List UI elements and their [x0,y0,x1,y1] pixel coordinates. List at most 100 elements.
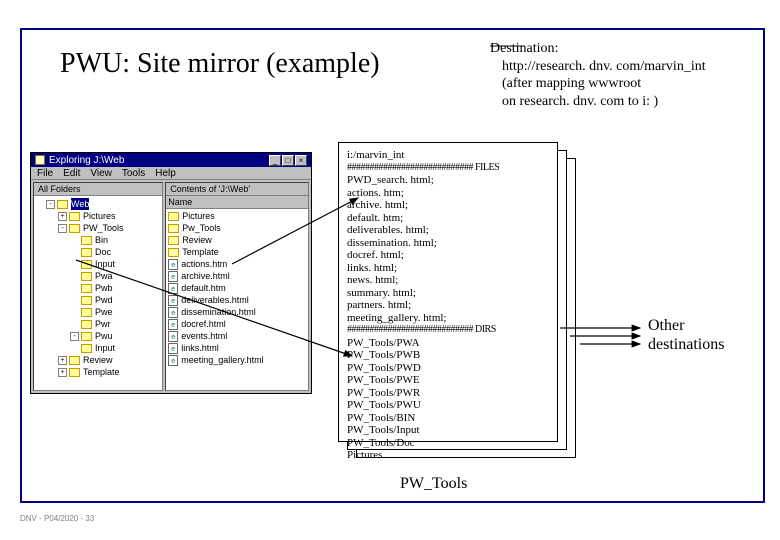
tree-item-label: Bin [95,234,108,246]
doc-line: links. html; [347,262,549,275]
minimize-button[interactable]: _ [269,155,281,166]
other-line1: Other [648,316,724,335]
doc-line: PW_Tools/PWU [347,399,549,412]
explorer-window: Exploring J:\Web _ □ × File Edit View To… [30,152,312,394]
tree-item-label: Pwe [95,306,113,318]
menu-tools[interactable]: Tools [122,168,145,178]
tree-item-label: Review [83,354,113,366]
doc-line: actions. htm; [347,187,549,200]
html-file-icon [168,271,178,282]
menubar: File Edit View Tools Help [31,167,311,180]
tree-item[interactable]: Bin [36,234,160,246]
menu-edit[interactable]: Edit [63,168,80,178]
close-button[interactable]: × [295,155,307,166]
doc-line: news. html; [347,274,549,287]
file-item[interactable]: meeting_gallery.html [168,354,306,366]
folder-icon [168,248,179,257]
doc-line: PW_Tools/PWB [347,349,549,362]
footer-text: DNV - P04/2020 - 33 [18,514,96,523]
html-file-icon [168,283,178,294]
doc-page-front: i:/marvin_int###########################… [338,142,558,442]
tree-item[interactable]: Pwb [36,282,160,294]
tree-item-label: Pwr [95,318,111,330]
doc-line: archive. html; [347,199,549,212]
file-item-label: archive.html [181,270,230,282]
menu-help[interactable]: Help [155,168,176,178]
file-item[interactable]: events.html [168,330,306,342]
explorer-title: Exploring J:\Web [49,155,124,166]
file-item-label: meeting_gallery.html [181,354,263,366]
tree-item[interactable]: Doc [36,246,160,258]
file-item[interactable]: Review [168,234,306,246]
folder-tree[interactable]: -Web+Pictures-PW_ToolsBinDocInputPwaPwbP… [34,196,162,390]
expander-icon[interactable]: - [58,224,67,233]
file-item[interactable]: actions.htm [168,258,306,270]
expander-icon[interactable]: + [58,212,67,221]
file-item[interactable]: Pw_Tools [168,222,306,234]
tree-item[interactable]: -Web [36,198,160,210]
expander-icon[interactable]: + [58,368,67,377]
doc-line: ############################ DIRS [347,324,549,337]
tree-item[interactable]: + Review [36,354,160,366]
file-item[interactable]: dissemination.html [168,306,306,318]
other-line2: destinations [648,335,724,354]
tree-item[interactable]: Input [36,342,160,354]
column-header[interactable]: Name [166,196,308,209]
tree-item-label: Pictures [83,210,116,222]
folder-icon [69,368,80,377]
folder-icon [57,200,68,209]
file-item-label: Review [182,234,212,246]
file-item[interactable]: links.html [168,342,306,354]
pw-tools-label: PW_Tools [400,475,467,493]
other-destinations-label: Other destinations [648,316,724,354]
folder-icon [69,356,80,365]
file-item[interactable]: default.htm [168,282,306,294]
file-item-label: events.html [181,330,227,342]
folder-icon [81,308,92,317]
folder-icon [69,212,80,221]
tree-item[interactable]: Pwr [36,318,160,330]
right-pane: Contents of 'J:\Web' NamePicturesPw_Tool… [165,182,309,391]
file-item-label: Template [182,246,219,258]
file-item[interactable]: Pictures [168,210,306,222]
expander-icon[interactable]: - [46,200,55,209]
destination-note2: on research. dnv. com to i: ) [490,93,706,111]
destination-box: Destination: http://research. dnv. com/m… [490,40,706,110]
file-item[interactable]: archive.html [168,270,306,282]
expander-icon[interactable]: - [70,332,79,341]
tree-item-label: Template [83,366,120,378]
tree-item[interactable]: Pwa [36,270,160,282]
file-list[interactable]: NamePicturesPw_ToolsReviewTemplateaction… [166,196,308,390]
tree-item[interactable]: Input [36,258,160,270]
tree-item[interactable]: - Pwu [36,330,160,342]
html-file-icon [168,331,178,342]
html-file-icon [168,319,178,330]
tree-item[interactable]: + Template [36,366,160,378]
folder-icon [69,224,80,233]
folder-icon [81,344,92,353]
tree-item[interactable]: Pwd [36,294,160,306]
file-item-label: deliverables.html [181,294,249,306]
maximize-button[interactable]: □ [282,155,294,166]
tree-item-label: Input [95,258,115,270]
expander-icon[interactable]: + [58,356,67,365]
left-pane: All Folders -Web+Pictures-PW_ToolsBinDoc… [33,182,163,391]
tree-item-label: Pwu [95,330,113,342]
document-content: i:/marvin_int###########################… [347,149,549,462]
file-item[interactable]: docref.html [168,318,306,330]
menu-file[interactable]: File [37,168,53,178]
doc-line: PW_Tools/PWE [347,374,549,387]
tree-item[interactable]: Pwe [36,306,160,318]
doc-line: docref. html; [347,249,549,262]
explorer-system-icon [35,155,45,165]
tree-item[interactable]: + Pictures [36,210,160,222]
tree-item[interactable]: -PW_Tools [36,222,160,234]
file-item-label: Pw_Tools [182,222,221,234]
menu-view[interactable]: View [90,168,112,178]
file-item[interactable]: deliverables.html [168,294,306,306]
folder-icon [168,212,179,221]
file-item-label: docref.html [181,318,226,330]
file-item[interactable]: Template [168,246,306,258]
html-file-icon [168,307,178,318]
doc-line: PW_Tools/BIN [347,412,549,425]
